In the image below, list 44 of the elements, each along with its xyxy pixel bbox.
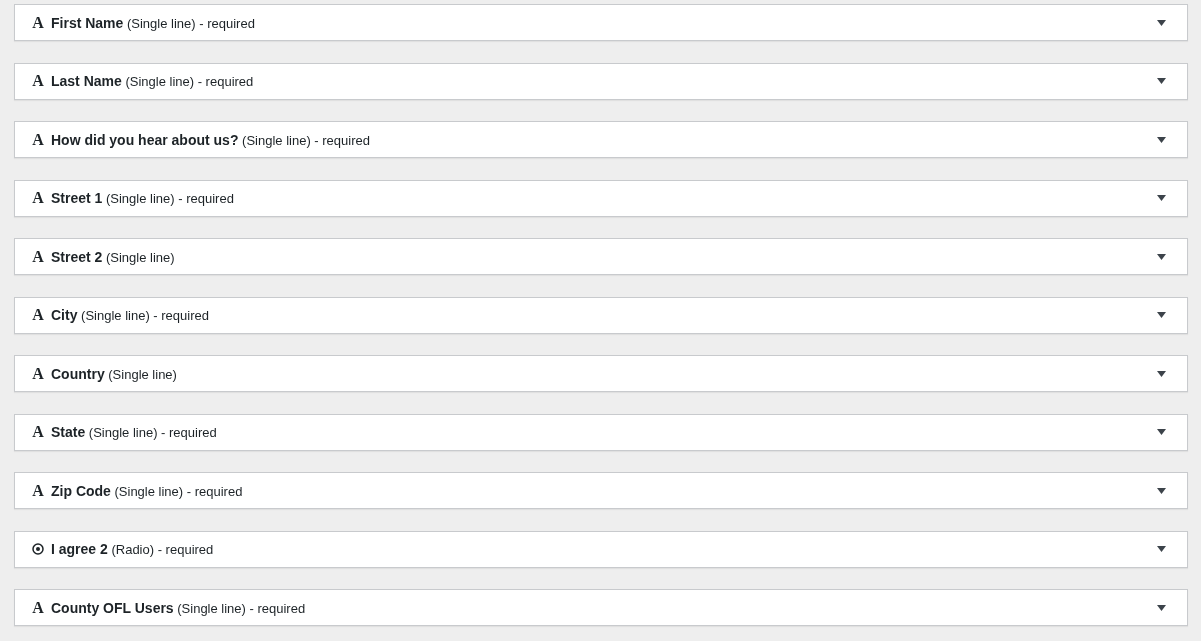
letter-a-icon: A [32, 73, 44, 89]
letter-a-icon: A [32, 424, 44, 440]
field-label: County OFL Users (Single line) - required [51, 599, 306, 616]
field-panel[interactable]: A County OFL Users (Single line) - required [14, 589, 1188, 626]
letter-a-icon: A [32, 307, 44, 323]
letter-a-icon: A [32, 365, 44, 382]
field-panel[interactable]: A State (Single line) - required [14, 413, 1188, 451]
field-panel[interactable]: A Street 1 (Single line) - required [14, 179, 1188, 217]
field-label: Street 2 (Single line) [51, 248, 175, 265]
field-panel[interactable]: I agree 2 (Radio) - required [14, 530, 1188, 568]
field-panel[interactable]: A Last Name (Single line) - required [14, 62, 1188, 100]
letter-a-icon: A [32, 248, 44, 265]
caret-down-icon[interactable] [1157, 370, 1166, 377]
field-label: Last Name (Single line) - required [51, 73, 254, 89]
field-label: How did you hear about us? (Single line) - required [51, 131, 370, 148]
field-label: Country (Single line) [51, 365, 177, 382]
field-label: State (Single line) - required [51, 424, 217, 440]
caret-down-icon[interactable] [1157, 195, 1166, 201]
caret-down-icon[interactable] [1157, 429, 1166, 435]
field-panel[interactable]: A City (Single line) - required [14, 296, 1188, 334]
letter-a-icon: A [32, 190, 44, 206]
field-label: I agree 2 (Radio) - required [51, 541, 214, 557]
field-label: First Name (Single line) - required [51, 14, 255, 31]
caret-down-icon[interactable] [1157, 487, 1166, 494]
field-panel[interactable]: A Street 2 (Single line) [14, 238, 1188, 275]
field-panel[interactable]: A How did you hear about us? (Single line) - required [14, 121, 1188, 158]
field-panel[interactable]: A Country (Single line) [14, 355, 1188, 392]
field-label: Street 1 (Single line) - required [51, 190, 234, 206]
radio-icon [32, 543, 44, 555]
caret-down-icon[interactable] [1157, 136, 1166, 143]
letter-a-icon: A [32, 14, 44, 31]
letter-a-icon: A [32, 131, 44, 148]
caret-down-icon[interactable] [1157, 78, 1166, 84]
caret-down-icon[interactable] [1157, 546, 1166, 552]
field-label: City (Single line) - required [51, 307, 209, 323]
field-panel[interactable]: A Zip Code (Single line) - required [14, 472, 1188, 509]
field-label: Zip Code (Single line) - required [51, 482, 243, 499]
caret-down-icon[interactable] [1157, 312, 1166, 318]
letter-a-icon: A [32, 599, 44, 616]
caret-down-icon[interactable] [1157, 19, 1166, 26]
caret-down-icon[interactable] [1157, 253, 1166, 260]
caret-down-icon[interactable] [1157, 604, 1166, 611]
letter-a-icon: A [32, 482, 44, 499]
field-panel[interactable]: A First Name (Single line) - required [14, 4, 1188, 41]
